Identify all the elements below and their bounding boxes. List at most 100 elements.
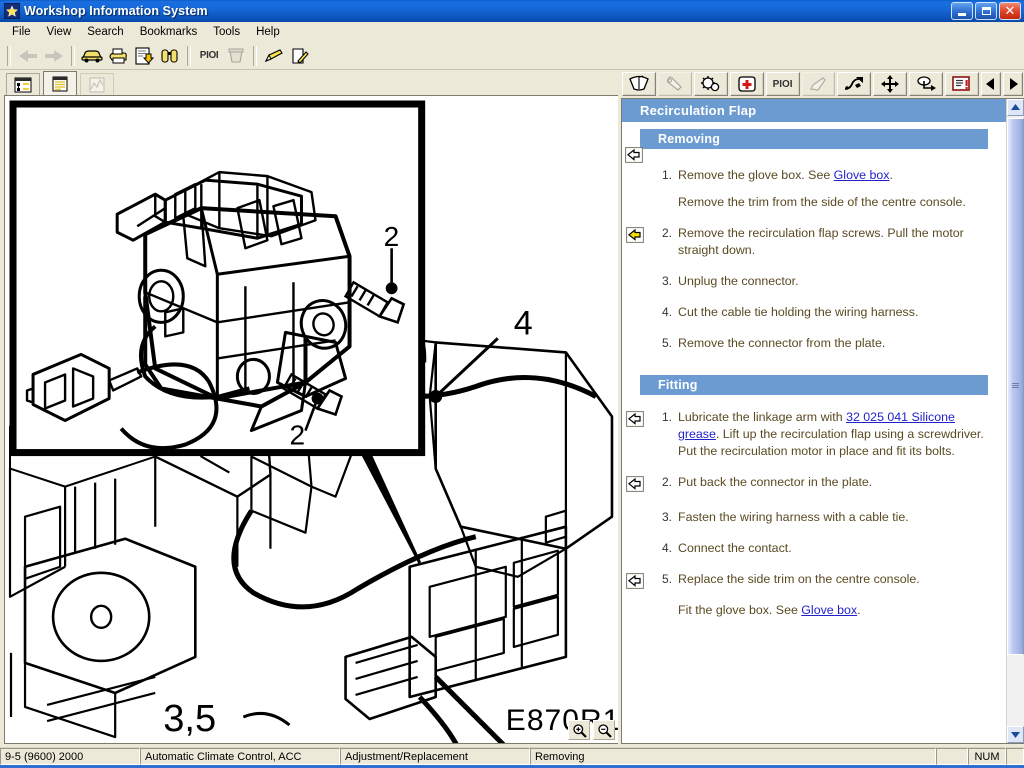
step-text-part: .	[889, 168, 893, 182]
scroll-up-button[interactable]	[1007, 99, 1024, 116]
step-text: Cut the cable tie holding the wiring har…	[678, 305, 919, 319]
menu-item-file[interactable]: File	[4, 24, 39, 40]
figure-callout-2-lower: 2	[289, 420, 305, 451]
step-back-arrow-icon[interactable]	[626, 411, 644, 430]
service-button[interactable]	[729, 72, 764, 96]
link-glove-box[interactable]: Glove box	[834, 168, 890, 182]
back-button[interactable]	[15, 44, 41, 68]
step-arrow-slot	[622, 540, 648, 542]
status-vehicle: 9-5 (9600) 2000	[0, 748, 140, 765]
document-toolbar: PIOI	[621, 70, 1024, 98]
scroll-down-button[interactable]	[1007, 726, 1024, 743]
trash-button[interactable]	[223, 44, 249, 68]
step-text: Remove the glove box. See Glove box.	[678, 167, 992, 184]
step-arrow-slot	[622, 335, 648, 337]
print-button[interactable]	[105, 44, 131, 68]
minimize-button[interactable]	[951, 2, 973, 20]
step-item: 1. Lubricate the linkage arm with 32 025…	[622, 409, 992, 460]
step-number: 4.	[661, 541, 672, 555]
find-button[interactable]	[157, 44, 183, 68]
next-page-button[interactable]	[1003, 72, 1023, 96]
step-arrow-slot	[622, 167, 648, 169]
step-number: 3.	[661, 274, 672, 288]
toolbar-separator	[71, 45, 75, 66]
link-arrow-button[interactable]	[909, 72, 944, 96]
status-resize-grip[interactable]	[1006, 748, 1024, 765]
step-back-arrow-icon[interactable]	[626, 573, 644, 592]
step-arrow-slot	[622, 225, 648, 246]
application-window: Workshop Information System ✕ File View …	[0, 0, 1024, 768]
right-pane: PIOI Recirculation Flap Removing 1. Remo…	[618, 70, 1024, 747]
tab-tree-view[interactable]	[6, 73, 40, 95]
section-back-arrow-icon[interactable]	[625, 147, 643, 166]
step-text-part: Fit the glove box. See	[678, 603, 802, 617]
wiring-button[interactable]	[837, 72, 872, 96]
link-glove-box-fitting[interactable]: Glove box	[801, 603, 857, 617]
step-text: Replace the side trim on the centre cons…	[678, 572, 920, 586]
menu-item-tools[interactable]: Tools	[205, 24, 248, 40]
technical-illustration: 4 3,5 E870R179	[5, 96, 618, 743]
scrollbar-track[interactable]	[1007, 116, 1024, 726]
menu-item-help[interactable]: Help	[248, 24, 288, 40]
diagnostics-button[interactable]	[693, 72, 728, 96]
highlighter-button[interactable]	[261, 44, 287, 68]
status-system: Automatic Climate Control, ACC	[140, 748, 340, 765]
move-button[interactable]	[873, 72, 908, 96]
step-text: Connect the contact.	[678, 541, 792, 555]
overview-button[interactable]	[622, 72, 656, 96]
step-back-arrow-icon[interactable]	[626, 227, 644, 246]
previous-page-button[interactable]	[981, 72, 1002, 96]
step-text: Fasten the wiring harness with a cable t…	[678, 510, 909, 524]
special-tool-button[interactable]	[801, 72, 836, 96]
toolbar-separator	[187, 45, 191, 66]
step-text: Remove the trim from the side of the cen…	[678, 195, 966, 209]
step-number: 1.	[661, 410, 672, 424]
zoom-out-button[interactable]	[593, 720, 615, 740]
section-heading-removing: Removing	[640, 129, 988, 149]
notice-button[interactable]	[945, 72, 980, 96]
vehicle-button[interactable]	[79, 44, 105, 68]
step-item: 1. Remove the glove box. See Glove box.	[622, 167, 992, 184]
zoom-in-button[interactable]	[568, 720, 590, 740]
step-arrow-slot	[622, 509, 648, 511]
forward-button[interactable]	[41, 44, 67, 68]
step-item: 3. Unplug the connector.	[622, 273, 992, 290]
menu-item-view[interactable]: View	[39, 24, 80, 40]
pioi-button[interactable]: PIOI	[195, 44, 223, 68]
figure-callout-4: 4	[514, 304, 533, 342]
figure-detail-inset: 2 2	[9, 100, 426, 457]
status-bar: 9-5 (9600) 2000 Automatic Climate Contro…	[0, 747, 1024, 765]
save-document-button[interactable]	[131, 44, 157, 68]
figure-zoom-controls	[568, 720, 615, 740]
step-item: 5. Remove the connector from the plate.	[622, 335, 992, 352]
step-number: 2.	[661, 226, 672, 240]
left-pane-tabstrip	[0, 70, 618, 95]
close-button[interactable]: ✕	[999, 2, 1021, 20]
menu-item-search[interactable]: Search	[79, 24, 131, 40]
step-text: Remove the connector from the plate.	[678, 336, 886, 350]
figure-viewport[interactable]: 4 3,5 E870R179	[4, 95, 618, 744]
status-spacer	[936, 748, 968, 765]
scrollbar-thumb-grip	[1012, 382, 1019, 390]
step-number: 2.	[661, 475, 672, 489]
figure-callout-3-5: 3,5	[163, 698, 216, 740]
maximize-button[interactable]	[975, 2, 997, 20]
document-vertical-scrollbar[interactable]	[1006, 99, 1024, 743]
tab-document-view[interactable]	[43, 71, 77, 95]
left-pane: 4 3,5 E870R179	[0, 70, 618, 747]
status-operation: Adjustment/Replacement	[340, 748, 530, 765]
pioi-button[interactable]: PIOI	[765, 72, 800, 96]
steps-removing: 1. Remove the glove box. See Glove box. …	[622, 167, 1006, 352]
document-body: Recirculation Flap Removing 1. Remove th…	[622, 99, 1006, 743]
step-text: Unplug the connector.	[678, 274, 799, 288]
scrollbar-thumb[interactable]	[1007, 118, 1024, 655]
step-text: Put back the connector in the plate.	[678, 475, 873, 489]
step-back-arrow-icon[interactable]	[626, 476, 644, 495]
step-item: 2. Remove the recirculation flap screws.…	[622, 225, 992, 259]
note-pencil-button[interactable]	[287, 44, 313, 68]
step-number: 5.	[661, 336, 672, 350]
tools-button[interactable]	[657, 72, 692, 96]
tab-chart-view[interactable]	[80, 73, 114, 95]
menu-item-bookmarks[interactable]: Bookmarks	[132, 24, 206, 40]
window-title: Workshop Information System	[24, 4, 208, 18]
